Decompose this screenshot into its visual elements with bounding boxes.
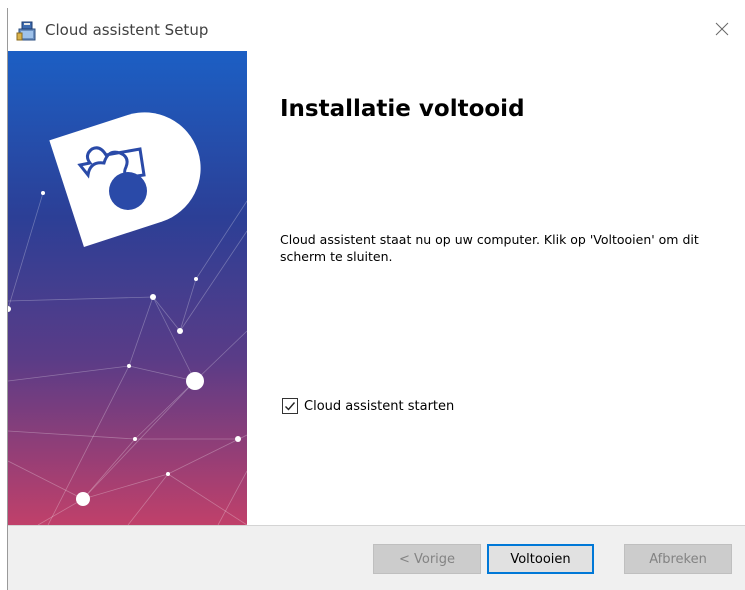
page-title: Installatie voltooid [280,96,525,122]
button-bar: < Vorige Voltooien Afbreken [8,526,745,590]
title-bar[interactable]: Cloud assistent Setup [8,8,745,51]
installer-icon [16,20,38,42]
side-banner [8,51,247,525]
window-title: Cloud assistent Setup [45,21,209,39]
content-panel: Installatie voltooid Cloud assistent sta… [247,51,745,525]
checkmark-icon [285,402,296,411]
back-button[interactable]: < Vorige [373,544,481,574]
completion-message: Cloud assistent staat nu op uw computer.… [280,232,699,264]
setup-window: Cloud assistent Setup Installatie voltoo… [7,8,745,590]
launch-checkbox[interactable] [282,398,298,414]
close-button[interactable] [699,8,745,51]
launch-option[interactable]: Cloud assistent starten [282,397,454,415]
cancel-button[interactable]: Afbreken [624,544,732,574]
launch-checkbox-label[interactable]: Cloud assistent starten [304,399,454,414]
finish-button[interactable]: Voltooien [487,544,594,574]
close-icon [715,22,729,36]
